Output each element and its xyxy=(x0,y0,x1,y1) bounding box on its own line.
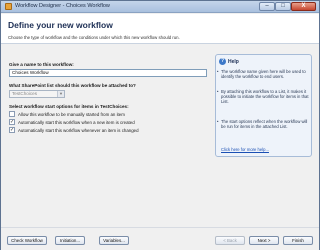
start-options-label: Select workflow start options for items … xyxy=(9,104,129,109)
workflow-designer-window: Workflow Designer - Choices Workflow – □… xyxy=(0,0,320,250)
on-change-checkbox[interactable]: ✓ xyxy=(9,127,15,133)
list-label: What SharePoint list should this workflo… xyxy=(9,83,136,88)
manual-start-checkbox[interactable] xyxy=(9,111,15,117)
page-subtitle: Choose the type of workflow and the cond… xyxy=(8,35,180,40)
manual-start-label: Allow this workflow to be manually start… xyxy=(18,111,125,117)
minimize-button[interactable]: – xyxy=(259,2,275,11)
wizard-content: Give a name to this workflow: Choices Wo… xyxy=(1,45,319,225)
back-button[interactable]: < Back xyxy=(215,236,245,245)
on-create-label: Automatically start this workflow when a… xyxy=(18,119,135,125)
more-help-link[interactable]: Click here for more help... xyxy=(221,147,269,152)
finish-button[interactable]: Finish xyxy=(283,236,313,245)
help-bullet: By attaching this workflow to a List, it… xyxy=(217,89,309,104)
chevron-down-icon: ▼ xyxy=(57,91,64,97)
close-button[interactable]: X xyxy=(291,2,316,11)
wizard-header: Define your new workflow Choose the type… xyxy=(1,14,319,44)
on-create-checkbox[interactable]: ✓ xyxy=(9,119,15,125)
help-bullet: The start options reflect when the workf… xyxy=(217,119,309,129)
workflow-name-label: Give a name to this workflow: xyxy=(9,62,74,67)
variables-button[interactable]: Variables... xyxy=(99,236,129,245)
help-panel: ?Help The workflow name given here will … xyxy=(215,54,312,157)
workflow-name-input[interactable]: Choices Workflow xyxy=(9,69,207,77)
help-icon: ? xyxy=(219,58,226,65)
initiation-button[interactable]: Initiation... xyxy=(55,236,85,245)
next-button[interactable]: Next > xyxy=(249,236,279,245)
help-title: Help xyxy=(228,58,239,65)
app-icon xyxy=(5,3,12,10)
help-bullet: The workflow name given here will be use… xyxy=(217,69,309,79)
list-select-value: TestChoices xyxy=(12,91,38,96)
window-title: Workflow Designer - Choices Workflow xyxy=(15,3,110,9)
maximize-button[interactable]: □ xyxy=(275,2,291,11)
page-title: Define your new workflow xyxy=(8,20,113,30)
help-heading: ? Help xyxy=(219,58,239,65)
check-workflow-button[interactable]: Check Workflow xyxy=(7,236,47,245)
wizard-footer: Check Workflow Initiation... Variables..… xyxy=(1,227,319,250)
list-select[interactable]: TestChoices ▼ xyxy=(9,90,65,98)
title-bar[interactable]: Workflow Designer - Choices Workflow – □… xyxy=(1,1,319,13)
on-change-label: Automatically start this workflow whenev… xyxy=(18,127,139,133)
